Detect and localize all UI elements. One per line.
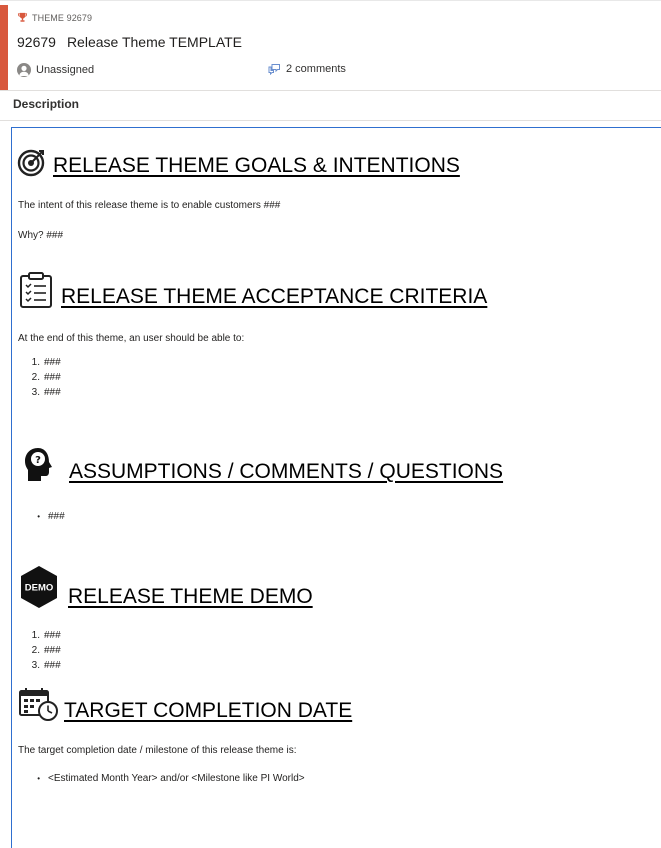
demo-list: 1. ### 2. ### 3. ### [18,628,61,673]
target-date-heading-text: TARGET COMPLETION DATE [64,699,353,722]
work-item-type: THEME 92679 [17,12,92,23]
goals-intent-text: The intent of this release theme is to e… [18,200,281,211]
top-divider [0,0,661,1]
work-item-meta-row: Unassigned 2 comments [17,63,657,81]
target-icon [17,149,45,177]
goals-heading-text: RELEASE THEME GOALS & INTENTIONS [53,154,460,177]
work-item-type-label: THEME 92679 [32,12,93,23]
svg-text:DEMO: DEMO [25,583,54,594]
avatar [17,63,31,77]
acceptance-heading-text: RELEASE THEME ACCEPTANCE CRITERIA [61,285,488,308]
header-divider [0,90,661,91]
svg-text:?: ? [35,455,41,466]
description-editor[interactable]: RELEASE THEME GOALS & INTENTIONS The int… [11,127,661,848]
comments-link[interactable]: 2 comments [268,63,346,75]
list-item: 1. ### [31,630,61,641]
acceptance-heading: RELEASE THEME ACCEPTANCE CRITERIA [19,271,487,309]
list-item: 2. ### [31,372,61,383]
demo-heading-text: RELEASE THEME DEMO [68,585,313,608]
list-item: 2. ### [31,645,61,656]
list-item: • ### [37,511,65,522]
acceptance-list: 1. ### 2. ### 3. ### [18,355,61,400]
description-divider [0,120,661,121]
demo-badge-icon: DEMO [21,566,57,608]
goals-why-text: Why? ### [18,230,64,241]
head-question-icon: ? [25,448,52,481]
acceptance-intro-text: At the end of this theme, an user should… [18,333,245,344]
trophy-icon [17,12,28,22]
target-date-list: • <Estimated Month Year> and/or <Mileston… [18,771,305,786]
work-item-type-accent-bar [0,5,8,90]
assumptions-heading-text: ASSUMPTIONS / COMMENTS / QUESTIONS [69,460,504,483]
comments-icon [268,64,280,75]
demo-heading: DEMO RELEASE THEME DEMO [18,565,313,609]
calendar-clock-icon [19,688,58,721]
comments-count: 2 comments [286,63,346,75]
person-icon [19,65,29,76]
clipboard-checklist-icon [20,272,52,308]
assumptions-heading: ? ASSUMPTIONS / COMMENTS / QUESTIONS [22,446,503,484]
list-item: • <Estimated Month Year> and/or <Mileston… [37,773,305,784]
goals-heading: RELEASE THEME GOALS & INTENTIONS [17,148,460,178]
list-item: 1. ### [31,357,61,368]
description-label: Description [13,97,80,111]
work-item-title[interactable]: Release Theme TEMPLATE [67,34,242,50]
list-item: 3. ### [31,387,61,398]
work-item-id: 92679 [17,34,56,50]
work-item-title-row: 92679 Release Theme TEMPLATE [17,34,242,50]
target-date-intro-text: The target completion date / milestone o… [18,745,297,756]
assignee-label: Unassigned [36,64,95,76]
assumptions-list: • ### [18,509,65,524]
list-item: 3. ### [31,660,61,671]
assignee-picker[interactable]: Unassigned [17,63,94,77]
target-date-heading: TARGET COMPLETION DATE [18,687,352,723]
